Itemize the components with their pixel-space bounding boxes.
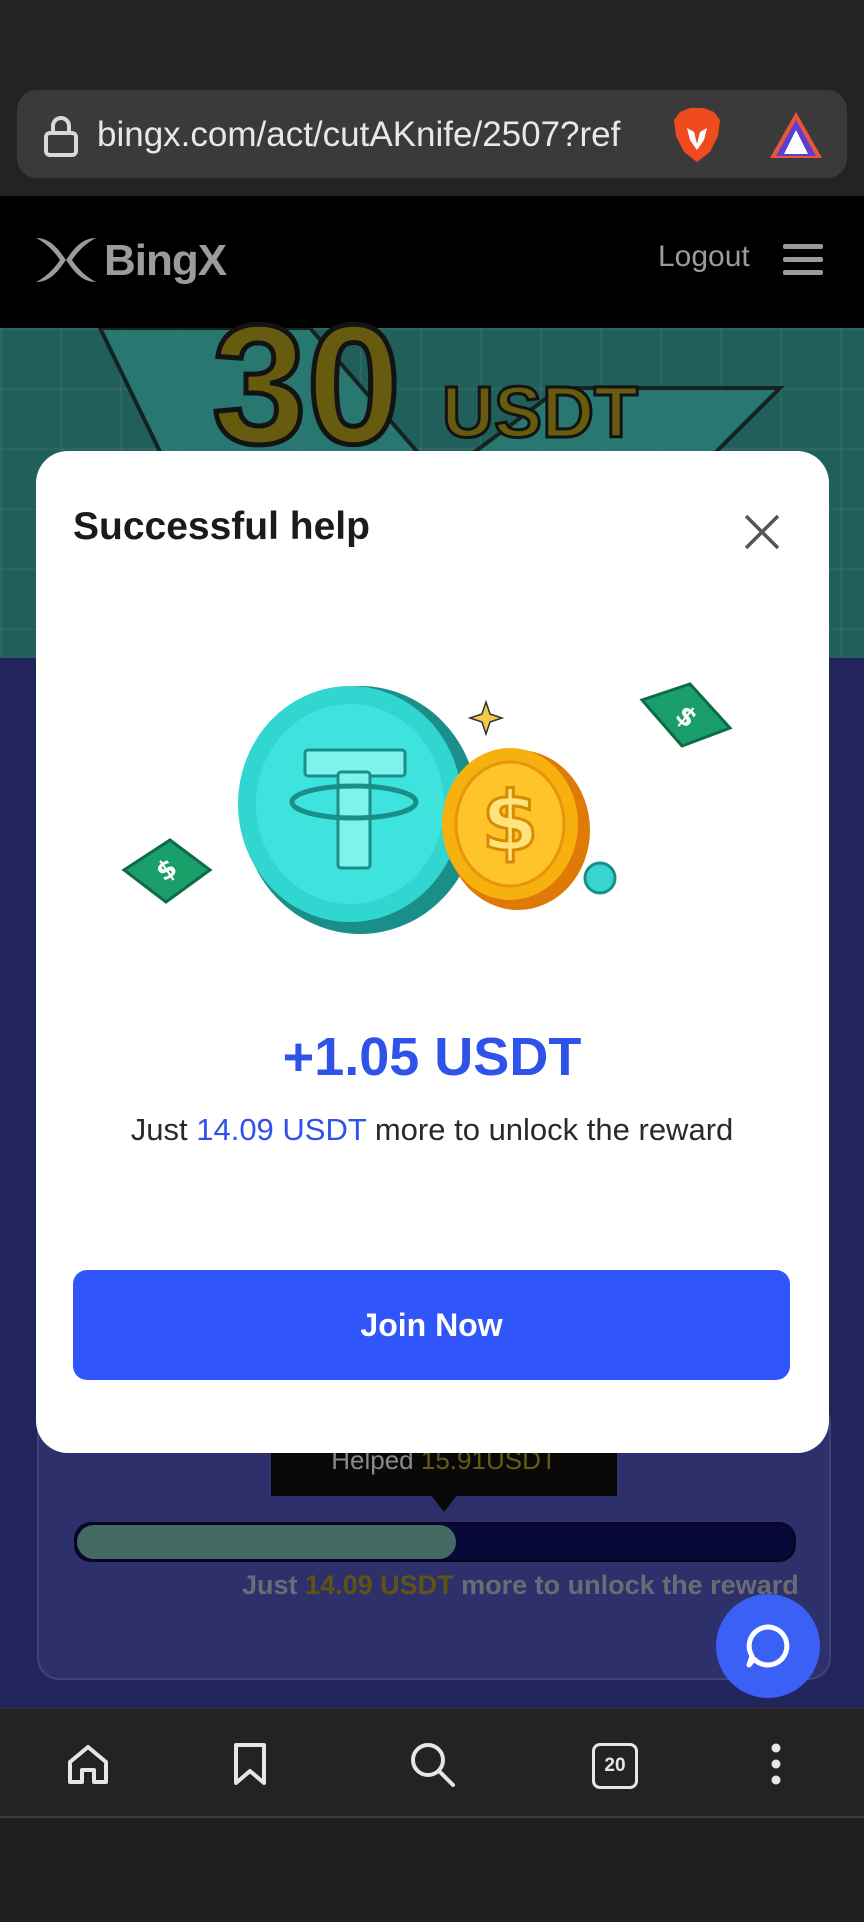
- reward-amount: +1.05 USDT: [282, 1027, 582, 1087]
- modal-note-amount: 14.09 USDT: [196, 1112, 367, 1147]
- sparkle-icon: [467, 699, 505, 737]
- search-icon[interactable]: [408, 1740, 456, 1788]
- tether-coin-icon: [238, 686, 478, 934]
- modal-unlock-note: Just 14.09 USDT more to unlock the rewar…: [0, 1112, 864, 1148]
- system-nav-area: [0, 1816, 864, 1922]
- tab-count-button[interactable]: 20: [592, 1743, 638, 1789]
- lock-icon: [44, 116, 78, 157]
- join-now-button[interactable]: Join Now: [73, 1270, 790, 1380]
- url-text[interactable]: bingx.com/act/cutAKnife/2507?ref: [97, 112, 647, 158]
- brave-lion-icon[interactable]: [670, 106, 724, 164]
- modal-note-prefix: Just: [130, 1112, 188, 1147]
- status-bar-area: [0, 0, 864, 90]
- home-icon[interactable]: [64, 1740, 112, 1788]
- small-coin-dot: [583, 861, 617, 895]
- chat-support-button[interactable]: [716, 1594, 820, 1698]
- more-options-icon[interactable]: [752, 1740, 800, 1788]
- coins-illustration: $ $ $: [121, 682, 733, 934]
- dollar-bill-left-icon: $: [121, 838, 213, 904]
- bookmark-icon[interactable]: [226, 1740, 274, 1788]
- dollar-bill-right-icon: $: [639, 682, 733, 748]
- rewards-triangle-icon[interactable]: [768, 110, 824, 160]
- svg-text:$: $: [481, 775, 538, 870]
- modal-note-suffix: more to unlock the reward: [374, 1112, 734, 1147]
- gold-dollar-coin-icon: $: [442, 748, 590, 910]
- chat-bubble-icon: [746, 1624, 790, 1668]
- modal-title: Successful help: [73, 505, 370, 548]
- close-icon[interactable]: [740, 510, 784, 554]
